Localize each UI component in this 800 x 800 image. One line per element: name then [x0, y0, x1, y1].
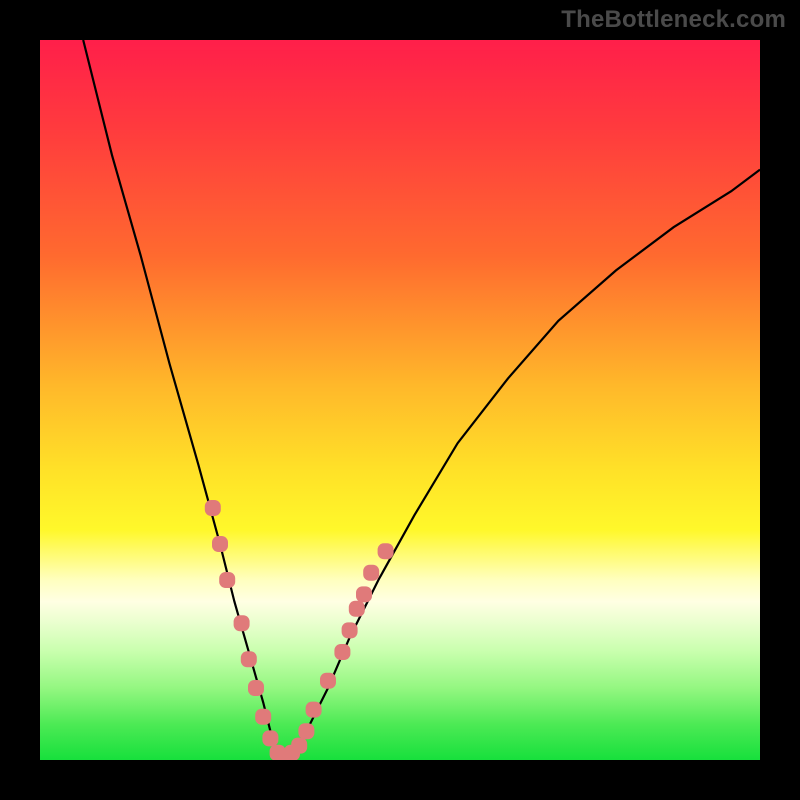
data-marker: [334, 644, 350, 660]
data-marker: [205, 500, 221, 516]
data-marker: [291, 738, 307, 754]
data-marker: [212, 536, 228, 552]
data-marker: [378, 543, 394, 559]
bottleneck-curve: [83, 40, 760, 760]
data-marker: [262, 730, 278, 746]
chart-frame: TheBottleneck.com: [0, 0, 800, 800]
data-marker: [342, 622, 358, 638]
marker-group: [205, 500, 394, 760]
data-marker: [234, 615, 250, 631]
data-marker: [356, 586, 372, 602]
data-marker: [255, 709, 271, 725]
chart-plot-area: [40, 40, 760, 760]
data-marker: [349, 601, 365, 617]
data-marker: [248, 680, 264, 696]
data-marker: [241, 651, 257, 667]
attribution-text: TheBottleneck.com: [561, 6, 786, 34]
data-marker: [363, 565, 379, 581]
chart-svg: [40, 40, 760, 760]
data-marker: [306, 702, 322, 718]
data-marker: [219, 572, 235, 588]
data-marker: [298, 723, 314, 739]
data-marker: [320, 673, 336, 689]
